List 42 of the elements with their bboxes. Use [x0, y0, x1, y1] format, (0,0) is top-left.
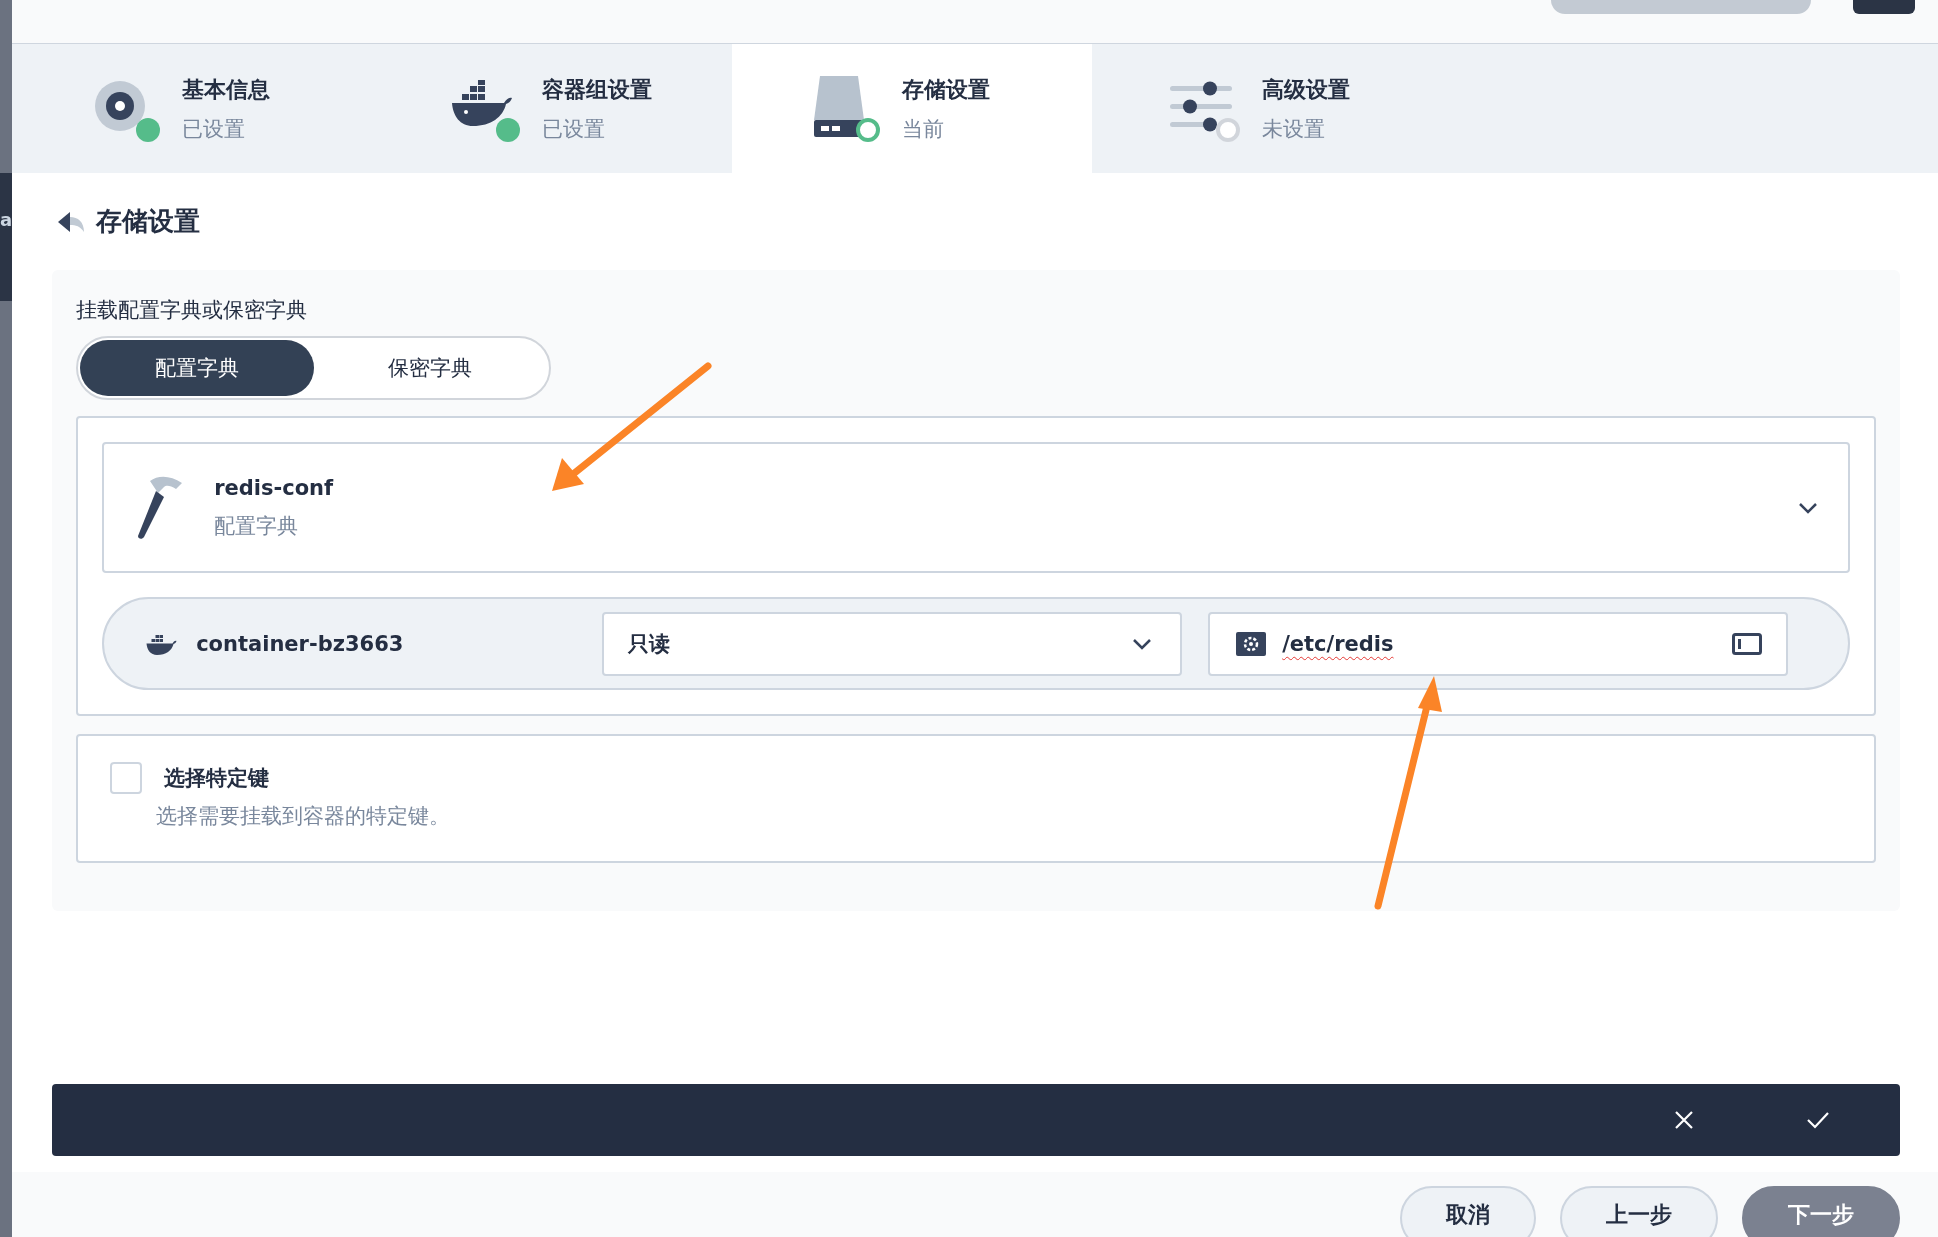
- step-status: 当前: [902, 115, 946, 143]
- step-status: 已设置: [542, 115, 607, 143]
- wizard-step[interactable]: 存储设置 当前: [732, 44, 1093, 173]
- disc-icon: [94, 79, 147, 132]
- chevron-down-icon: [1132, 637, 1153, 650]
- footer-button[interactable]: 取消: [1400, 1186, 1537, 1237]
- resource-name: redis-conf: [214, 475, 335, 500]
- step-title: 高级设置: [1262, 75, 1351, 104]
- resource-type: 配置字典: [214, 512, 300, 540]
- chevron-down-icon: [1798, 501, 1819, 514]
- page-title: 存储设置: [96, 205, 201, 238]
- path-value: /etc/redis: [1282, 631, 1394, 656]
- checkbox-label: 选择特定键: [164, 765, 270, 792]
- segment-tab[interactable]: 保密字典: [313, 340, 548, 396]
- mount-path-field[interactable]: /etc/redis: [1208, 611, 1789, 676]
- resource-selector[interactable]: redis-conf 配置字典: [102, 442, 1851, 573]
- checkbox-description: 选择需要挂载到容器的特定键。: [155, 803, 452, 830]
- panel-icon: [1732, 632, 1763, 655]
- step-status: 已设置: [182, 115, 247, 143]
- step-title: 存储设置: [902, 75, 991, 104]
- whale-icon: [450, 79, 513, 128]
- wizard-step[interactable]: 高级设置 未设置: [1092, 44, 1453, 173]
- field-label: 挂载配置字典或保密字典: [76, 297, 309, 324]
- drive-icon: [812, 75, 867, 138]
- footer-button[interactable]: 下一步: [1742, 1186, 1901, 1237]
- top-dark-button[interactable]: [1853, 0, 1916, 14]
- close-button[interactable]: [1674, 1110, 1695, 1130]
- step-title: 容器组设置: [542, 75, 653, 104]
- segment-tab[interactable]: 配置字典: [80, 340, 314, 396]
- back-icon[interactable]: [56, 209, 87, 234]
- step-title: 基本信息: [182, 75, 271, 104]
- container-name: container-bz3663: [196, 631, 405, 656]
- footer-button[interactable]: 上一步: [1560, 1186, 1719, 1237]
- step-status: 未设置: [1262, 115, 1327, 143]
- wizard-step[interactable]: 基本信息 已设置: [12, 44, 373, 173]
- wizard-step[interactable]: 容器组设置 已设置: [372, 44, 733, 173]
- gear-icon: [1236, 631, 1267, 656]
- confirm-button[interactable]: [1806, 1111, 1831, 1129]
- hammer-icon: [136, 474, 185, 541]
- checkbox[interactable]: [110, 762, 143, 794]
- sidebar-text: a: [0, 173, 13, 301]
- access-mode-select[interactable]: 只读: [602, 611, 1183, 676]
